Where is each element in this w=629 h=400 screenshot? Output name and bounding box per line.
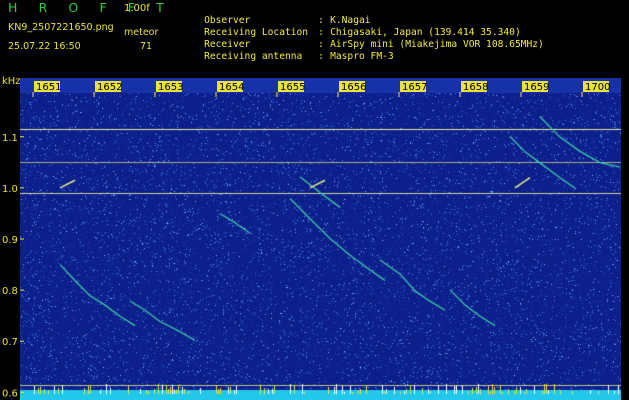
frequency-unit-label: kHz (2, 76, 21, 87)
time-tick-label: 1658 (463, 82, 488, 93)
time-tick-label: 1656 (341, 82, 366, 93)
time-tick-label: 1659 (524, 82, 549, 93)
frequency-tick-label: 1.0 (2, 184, 18, 195)
time-tick-label: 1653 (158, 82, 183, 93)
time-tick-label: 1652 (97, 82, 122, 93)
time-tick-label: 1657 (402, 82, 427, 93)
hroft-window: H R O F F T 1.00f KN9_2507221650.png 25.… (0, 0, 629, 400)
time-tick-label: 1655 (280, 82, 305, 93)
frequency-tick-label: 1.1 (2, 133, 18, 144)
frequency-axis: kHz 1.1 1.0 0.9 0.8 0.7 0.6 (2, 76, 24, 399)
frequency-tick-label: 0.6 (2, 388, 18, 399)
time-tick-label: 1651 (36, 82, 61, 93)
time-tick-label: 1700 (585, 82, 610, 93)
frequency-tick-label: 0.8 (2, 286, 18, 297)
frequency-tick-label: 0.9 (2, 235, 18, 246)
time-tick-label: 1654 (219, 82, 244, 93)
time-axis: 1651 1652 1653 1654 1655 1656 1657 1658 1659 1700 (20, 78, 621, 97)
frequency-tick-label: 0.7 (2, 337, 18, 348)
spectrogram-axes: kHz1.11.00.90.80.70.6 1651 1652 1653 1654 16… (2, 76, 621, 399)
